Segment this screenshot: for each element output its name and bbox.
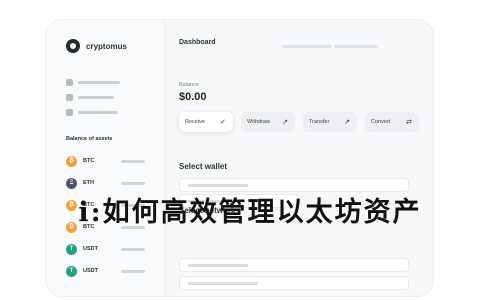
header-placeholder (334, 45, 378, 48)
action-buttons: Receive ✓ Withdraw ↗ Transfer ↗ Convert … (179, 112, 419, 132)
select-wallet-heading: Select wallet (179, 162, 228, 171)
sidebar-item[interactable] (66, 76, 120, 89)
usdt-coin-icon: T (66, 265, 77, 277)
check-icon: ✓ (220, 119, 226, 126)
brand[interactable]: cryptomus (66, 39, 127, 53)
usdt-coin-icon: T (66, 243, 77, 255)
arrow-icon: ⇄ (406, 119, 412, 126)
arrow-icon: ↗ (344, 119, 350, 126)
asset-row[interactable]: T USDT (66, 260, 158, 282)
balance-label: Balance (179, 82, 199, 88)
nav-label-placeholder (78, 96, 114, 99)
asset-name: BTC (83, 158, 95, 164)
withdraw-button[interactable]: Withdraw ↗ (241, 112, 295, 132)
receive-label: Receive (185, 119, 205, 125)
asset-value-placeholder (121, 269, 145, 273)
btc-coin-icon: ₿ (66, 155, 77, 167)
convert-label: Convert (371, 119, 391, 125)
sidebar: cryptomus Balance of assets ₿ BTC Ξ ETH … (46, 20, 165, 296)
asset-name: USDT (83, 268, 98, 274)
asset-row[interactable]: T USDT (66, 238, 158, 260)
sidebar-item[interactable] (66, 106, 120, 119)
asset-value-placeholder (121, 181, 145, 185)
field-placeholder (188, 263, 248, 267)
logo-icon (66, 39, 80, 53)
nav-icon (66, 94, 73, 101)
nav-icon (66, 109, 73, 116)
network-select-field[interactable] (179, 276, 409, 290)
page-title: Dashboard (179, 39, 216, 46)
arrow-icon: ↗ (282, 119, 288, 126)
app-window: cryptomus Balance of assets ₿ BTC Ξ ETH … (46, 20, 433, 296)
overlay-caption: i:如何高效管理以太坊资产 (0, 186, 500, 232)
transfer-label: Transfer (309, 119, 330, 125)
receive-button[interactable]: Receive ✓ (179, 112, 233, 132)
assets-section-title: Balance of assets (66, 136, 113, 142)
withdraw-label: Withdraw (247, 119, 270, 125)
brand-name: cryptomus (86, 41, 127, 51)
asset-value-placeholder (121, 159, 145, 163)
convert-button[interactable]: Convert ⇄ (365, 112, 419, 132)
overlay-text: i:如何高效管理以太坊资产 (78, 196, 422, 228)
nav-label-placeholder (78, 111, 118, 114)
asset-row[interactable]: ₿ BTC (66, 150, 158, 172)
network-select-field[interactable] (179, 258, 409, 272)
asset-name: USDT (83, 246, 98, 252)
main-panel: Dashboard Balance $0.00 Receive ✓ Withdr… (164, 20, 433, 296)
sidebar-nav (66, 76, 120, 121)
transfer-button[interactable]: Transfer ↗ (303, 112, 357, 132)
nav-label-placeholder (78, 81, 120, 84)
nav-icon (66, 79, 73, 86)
header-placeholder (282, 45, 332, 48)
sidebar-item[interactable] (66, 91, 120, 104)
asset-value-placeholder (121, 247, 145, 251)
balance-value: $0.00 (179, 91, 207, 103)
field-placeholder (188, 281, 258, 285)
